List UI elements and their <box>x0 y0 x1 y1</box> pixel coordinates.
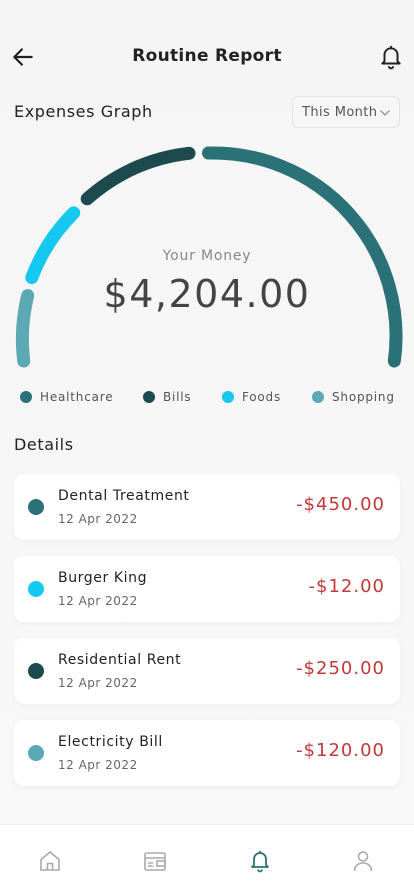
legend-label: Foods <box>242 390 282 404</box>
legend-dot <box>312 391 324 403</box>
legend-item-healthcare: Healthcare <box>20 390 113 404</box>
wallet-icon[interactable] <box>143 849 167 873</box>
legend-dot <box>20 391 32 403</box>
category-dot <box>28 499 44 515</box>
expense-amount: -$120.00 <box>296 740 385 761</box>
legend-item-bills: Bills <box>143 390 192 404</box>
expense-date: 12 Apr 2022 <box>58 594 138 608</box>
legend-item-foods: Foods <box>222 390 281 404</box>
bottom-nav <box>0 824 414 896</box>
expense-name: Dental Treatment <box>58 488 190 504</box>
legend-dot <box>222 391 234 403</box>
category-dot <box>28 663 44 679</box>
expense-amount: -$450.00 <box>296 494 385 515</box>
page-title: Routine Report <box>132 46 282 66</box>
expense-item-residential-rent[interactable]: Residential Rent 12 Apr 2022 -$250.00 <box>14 638 400 704</box>
expense-item-electricity-bill[interactable]: Electricity Bill 12 Apr 2022 -$120.00 <box>14 720 400 786</box>
expense-amount: -$12.00 <box>308 576 385 597</box>
expense-date: 12 Apr 2022 <box>58 758 138 772</box>
expense-name: Electricity Bill <box>58 734 163 750</box>
bell-icon[interactable] <box>378 44 404 70</box>
period-select-value: This Month <box>302 104 378 120</box>
expense-item-dental-treatment[interactable]: Dental Treatment 12 Apr 2022 -$450.00 <box>14 474 400 540</box>
bell-icon[interactable] <box>248 849 272 873</box>
money-value: $4,204.00 <box>103 272 311 316</box>
expense-amount: -$250.00 <box>296 658 385 679</box>
gauge-segment-bills <box>80 146 196 206</box>
details-title: Details <box>14 435 74 454</box>
legend: Healthcare Bills Foods Shopping <box>20 390 404 406</box>
legend-item-shopping: Shopping <box>312 390 395 404</box>
home-icon[interactable] <box>38 849 62 873</box>
category-dot <box>28 745 44 761</box>
user-icon[interactable] <box>351 849 375 873</box>
legend-dot <box>143 391 155 403</box>
legend-label: Shopping <box>332 390 395 404</box>
chevron-down-icon <box>380 110 390 116</box>
category-dot <box>28 581 44 597</box>
legend-label: Bills <box>163 390 192 404</box>
period-select[interactable]: This Month <box>292 96 400 128</box>
expenses-graph-title: Expenses Graph <box>14 102 153 121</box>
expense-name: Residential Rent <box>58 652 182 668</box>
expense-item-burger-king[interactable]: Burger King 12 Apr 2022 -$12.00 <box>14 556 400 622</box>
expense-date: 12 Apr 2022 <box>58 512 138 526</box>
money-label: Your Money <box>162 248 252 264</box>
expense-name: Burger King <box>58 570 148 586</box>
expense-date: 12 Apr 2022 <box>58 676 138 690</box>
legend-label: Healthcare <box>40 390 114 404</box>
gauge-segment-foods <box>25 206 81 285</box>
